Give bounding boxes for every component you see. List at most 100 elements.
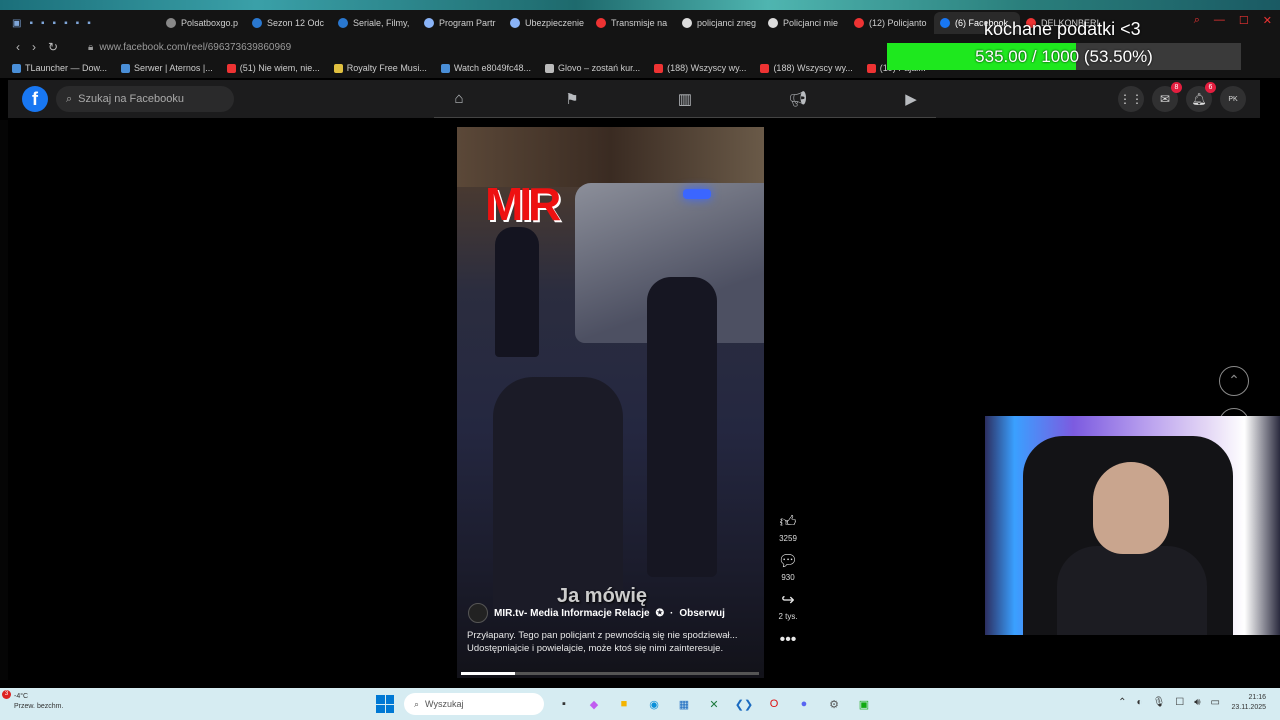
video-scene-person (647, 277, 717, 577)
home-icon[interactable]: ⌂ (442, 80, 476, 117)
sidebar-icon[interactable]: ▣ (12, 18, 21, 29)
bookmark-favicon-icon (866, 63, 876, 73)
comment-action[interactable]: 💬︎ 930 (778, 553, 798, 582)
network-icon[interactable]: ☐ (1175, 697, 1184, 708)
microphone-icon[interactable]: 🎙︎ (1153, 697, 1166, 708)
chevron-up-icon[interactable]: ⌃ (1118, 697, 1126, 708)
description-line: Udostępniajcie i powielajcie, może ktoś … (467, 643, 724, 654)
bookmark-item[interactable]: (51) Nie wiem, nie... (226, 63, 320, 73)
tab-icon[interactable]: ▪ (29, 18, 33, 29)
author-avatar[interactable] (468, 603, 488, 623)
tab-icon[interactable]: ▪ (64, 18, 68, 29)
share-action[interactable]: ↪ 2 tys. (778, 592, 797, 621)
facebook-logo[interactable]: f (22, 86, 48, 112)
browser-tab[interactable]: Seriale, Filmy, (332, 12, 418, 34)
stream-goal-progress: 535.00 / 1000 (53.50%) (887, 43, 1241, 70)
minimize-icon[interactable]: — (1214, 14, 1225, 27)
vscode-icon[interactable]: ❮❯ (734, 694, 754, 714)
video-icon[interactable]: ▶ (894, 80, 928, 117)
opera-icon[interactable]: O (764, 694, 784, 714)
settings-icon[interactable]: ⚙ (824, 694, 844, 714)
copilot-icon[interactable]: ◆ (584, 694, 604, 714)
profile-avatar[interactable]: PK (1220, 86, 1246, 112)
tab-favicon-icon (424, 18, 434, 28)
taskbar-clock[interactable]: 21:16 23.11.2025 (1231, 693, 1266, 713)
megaphone-icon[interactable]: 📢︎ (781, 80, 815, 117)
browser-tab[interactable]: Sezon 12 Odc (246, 12, 332, 34)
bookmark-item[interactable]: Watch e8049fc48... (440, 63, 532, 73)
bookmark-item[interactable]: Glovo – zostań kur... (545, 63, 640, 73)
marketplace-icon[interactable]: ▥ (668, 80, 702, 117)
facebook-nav: ⌂ ⚑ ▥ 📢︎ ▶ (434, 80, 936, 118)
bookmark-favicon-icon (440, 63, 450, 73)
menu-grid-icon[interactable]: ⋮⋮ (1118, 86, 1144, 112)
reload-icon[interactable]: ↻ (48, 40, 58, 54)
app-icon[interactable]: ▣ (854, 694, 874, 714)
desktop-decoration (0, 0, 1280, 10)
facebook-search[interactable]: ⌕ Szukaj na Facebooku (56, 86, 234, 112)
file-explorer-icon[interactable]: ■ (614, 694, 634, 714)
tab-icon[interactable]: ▪ (87, 18, 91, 29)
taskbar-search[interactable]: ⌕ Wyszukaj (404, 693, 544, 715)
tab-label: Program Partr (439, 18, 496, 28)
video-progress-bar[interactable] (461, 672, 759, 675)
bookmark-item[interactable]: TLauncher — Dow... (12, 63, 107, 73)
weather-widget[interactable]: -4°C Przew. bezchm. (14, 692, 63, 712)
browser-tab[interactable]: Program Partr (418, 12, 504, 34)
tab-label: Policjanci mie (783, 18, 839, 28)
store-icon[interactable]: ▦ (674, 694, 694, 714)
excel-icon[interactable]: ✕ (704, 694, 724, 714)
bookmark-label: (188) Wszyscy wy... (667, 63, 747, 73)
notifications-icon[interactable]: 🔔︎ 6 (1186, 82, 1216, 112)
browser-tab[interactable]: Polsatboxgo.p (160, 12, 246, 34)
browser-tab[interactable]: Transmisje na (590, 12, 676, 34)
bookmark-favicon-icon (333, 63, 343, 73)
browser-tab[interactable]: Ubezpieczenie (504, 12, 590, 34)
comment-icon: 💬︎ (777, 553, 799, 570)
task-view-icon[interactable]: ▪ (554, 694, 574, 714)
comment-count: 930 (781, 573, 795, 582)
browser-tab[interactable]: (12) Policjanto (848, 12, 934, 34)
clock-time: 21:16 (1248, 694, 1266, 701)
reel-video[interactable]: MIR Ja mówię MIR.tv- Media Informacje Re… (457, 127, 764, 678)
flag-icon[interactable]: ⚑ (555, 80, 589, 117)
browser-tab[interactable]: policjanci zneg (676, 12, 762, 34)
tab-icon[interactable]: ▪ (53, 18, 57, 29)
bookmark-item[interactable]: (188) Wszyscy wy... (654, 63, 746, 73)
previous-reel-button[interactable]: ⌃ (1219, 366, 1249, 396)
more-action[interactable]: ••• (780, 631, 797, 649)
messenger-icon[interactable]: ✉ 8 (1152, 82, 1182, 112)
like-action[interactable]: 👍︎ 3259 (779, 514, 797, 543)
edge-icon[interactable]: ◉ (644, 694, 664, 714)
bookmark-label: Watch e8049fc48... (453, 63, 532, 73)
back-icon[interactable]: ‹ (16, 40, 20, 54)
bookmark-item[interactable]: (188) Wszyscy wy... (760, 63, 853, 73)
taskbar-apps: ⌕ Wyszukaj ▪ ◆ ■ ◉ ▦ ✕ ❮❯ O ● ⚙ ▣ (376, 693, 874, 715)
reel-author: MIR.tv- Media Informacje Relacje ✪ · Obs… (468, 603, 725, 623)
bookmark-item[interactable]: Serwer | Aternos |... (121, 63, 213, 73)
browser-tab[interactable]: Policjanci mie (762, 12, 848, 34)
video-scene-police-light (683, 189, 711, 199)
forward-icon[interactable]: › (32, 40, 36, 54)
address-bar[interactable]: 🔒︎ www.facebook.com/reel/696373639860969 (88, 42, 291, 53)
bookmark-item[interactable]: Royalty Free Musi... (333, 63, 427, 73)
tab-icon[interactable]: ▪ (41, 18, 45, 29)
nav-buttons: ‹ › ↻ (0, 40, 88, 54)
maximize-icon[interactable]: ☐ (1239, 14, 1249, 27)
mir-logo: MIR (475, 167, 595, 237)
discord-icon[interactable]: ● (794, 694, 814, 714)
facebook-header-actions: ⋮⋮ ✉ 8 🔔︎ 6 PK (1118, 82, 1246, 112)
windows-start-icon[interactable] (376, 695, 394, 713)
close-icon[interactable]: ✕ (1263, 14, 1272, 27)
author-name[interactable]: MIR.tv- Media Informacje Relacje (494, 608, 650, 619)
tray-app-icon[interactable]: ◐ (1137, 697, 1143, 708)
volume-icon[interactable]: 🔊︎ (1194, 697, 1200, 708)
search-placeholder: Szukaj na Facebooku (78, 93, 184, 105)
webcam-person-body (1057, 546, 1207, 635)
search-tabs-icon[interactable]: ⌕ (1194, 14, 1200, 27)
follow-button[interactable]: Obserwuj (679, 608, 725, 619)
tab-icon[interactable]: ▪ (76, 18, 80, 29)
battery-icon[interactable]: ▭ (1211, 697, 1220, 708)
bookmark-label: Serwer | Aternos |... (134, 63, 213, 73)
streamer-webcam (985, 416, 1280, 635)
